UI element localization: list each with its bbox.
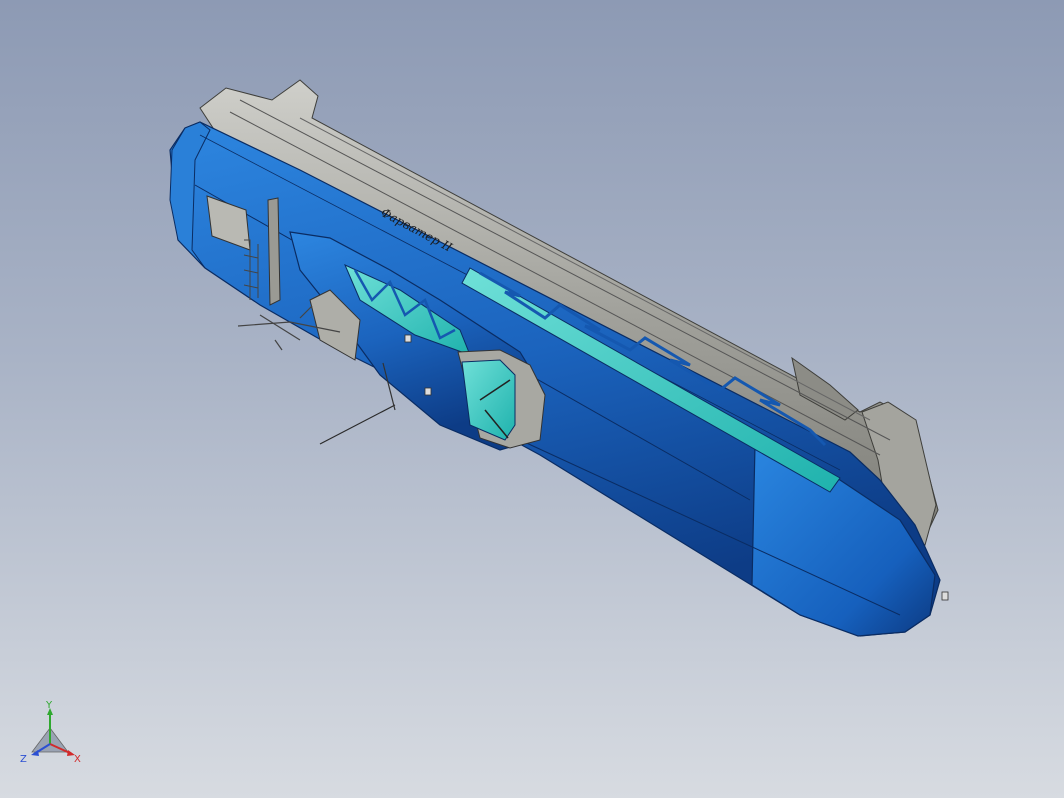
x-axis-label: X (74, 754, 81, 765)
fitting (941, 591, 949, 601)
orientation-triad[interactable]: Y X Z (20, 700, 90, 770)
graphics-viewport[interactable]: Фарватер II Y X Z (0, 0, 1064, 798)
antenna-wire (319, 404, 396, 445)
fitting (404, 334, 412, 343)
fitting (424, 387, 432, 396)
z-axis-label: Z (20, 754, 27, 765)
3d-model-vessel[interactable]: Фарватер II (0, 0, 1064, 798)
support-mast (267, 197, 281, 306)
y-axis-label: Y (45, 700, 53, 711)
